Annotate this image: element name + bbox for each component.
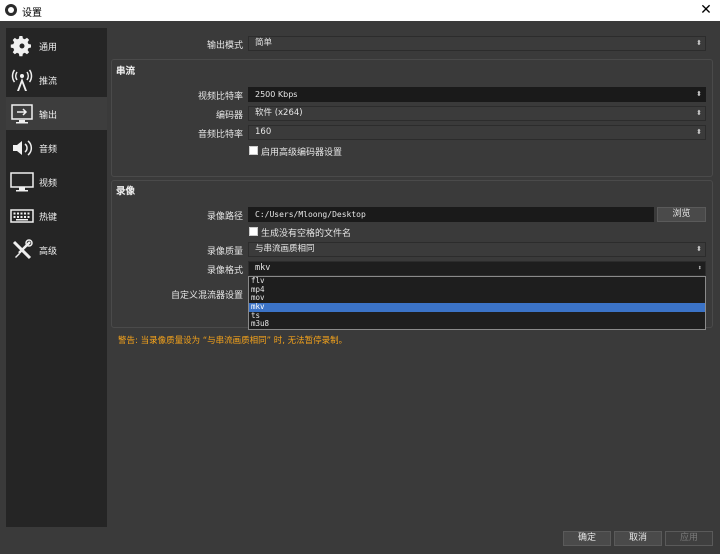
recording-path-input[interactable]: C:/Users/Mloong/Desktop [248, 207, 654, 222]
ok-button[interactable]: 确定 [563, 531, 611, 546]
no-space-filename-checkbox[interactable] [249, 227, 258, 236]
sidebar-item-label: 热键 [39, 213, 58, 223]
sidebar-item-video[interactable]: 视频 [6, 165, 107, 198]
recording-path-value: C:/Users/Mloong/Desktop [255, 210, 366, 219]
sidebar-item-stream[interactable]: 推流 [6, 63, 107, 96]
no-space-filename-label: 生成没有空格的文件名 [261, 229, 352, 239]
settings-sidebar: 通用 推流 输出 音频 视频 热键 高级 [6, 28, 107, 527]
antenna-icon [11, 69, 33, 91]
video-bitrate-input[interactable]: 2500 Kbps ⬍ [248, 87, 706, 102]
output-icon [11, 104, 33, 124]
apply-button[interactable]: 应用 [665, 531, 713, 546]
format-option[interactable]: ts [249, 311, 705, 321]
encoder-value: 软件 (x264) [255, 108, 303, 118]
advanced-encoder-label: 启用高级编码器设置 [261, 148, 343, 158]
sidebar-item-label: 音频 [39, 145, 58, 155]
video-bitrate-value: 2500 Kbps [255, 90, 298, 99]
chevron-updown-icon: ⬍ [696, 128, 702, 136]
sidebar-item-label: 视频 [39, 179, 58, 189]
browse-button[interactable]: 浏览 [657, 207, 706, 222]
format-option-selected[interactable]: mkv [249, 302, 705, 312]
chevron-updown-icon: ⬍ [696, 245, 702, 253]
streaming-group-title: 串流 [116, 66, 136, 77]
close-icon[interactable]: ✕ [698, 1, 714, 19]
recording-format-dropdown: flv mp4 mov mkv ts m3u8 [248, 276, 706, 331]
sidebar-item-hotkeys[interactable]: 热键 [6, 199, 107, 232]
format-option[interactable]: mp4 [249, 285, 705, 295]
audio-bitrate-value: 160 [255, 127, 272, 137]
recording-quality-label: 录像质量 [206, 247, 243, 257]
sidebar-item-label: 高级 [39, 247, 58, 257]
recording-path-label: 录像路径 [206, 212, 243, 222]
format-option[interactable]: flv [249, 276, 705, 286]
recording-quality-value: 与串流画质相同 [255, 244, 315, 254]
encoder-label: 编码器 [215, 111, 243, 121]
output-mode-value: 简单 [255, 38, 273, 48]
title-bar: 设置 ✕ [0, 0, 720, 21]
cancel-button[interactable]: 取消 [614, 531, 662, 546]
gear-icon [10, 36, 32, 57]
recording-group-title: 录像 [116, 186, 136, 197]
spinner-icon[interactable]: ⬍ [696, 88, 702, 101]
tools-icon [12, 239, 33, 260]
speaker-icon [13, 140, 33, 156]
output-mode-label: 输出模式 [206, 41, 243, 51]
sidebar-item-label: 推流 [39, 77, 58, 87]
window-title: 设置 [22, 8, 42, 19]
recording-format-value: mkv [255, 263, 271, 273]
chevron-updown-icon: ⬍ [696, 39, 702, 47]
recording-format-select[interactable]: mkv ⬍ [248, 261, 706, 276]
monitor-icon [10, 172, 34, 192]
sidebar-item-audio[interactable]: 音频 [6, 131, 107, 164]
format-option[interactable]: mov [249, 294, 705, 303]
encoder-select[interactable]: 软件 (x264) ⬍ [248, 106, 706, 121]
recording-quality-select[interactable]: 与串流画质相同 ⬍ [248, 242, 706, 257]
format-option[interactable]: m3u8 [249, 320, 705, 329]
obs-logo-icon [5, 4, 17, 16]
advanced-encoder-checkbox[interactable] [249, 146, 258, 155]
custom-muxer-label: 自定义混流器设置 [170, 291, 243, 301]
warning-text: 警告: 当录像质量设为 “与串流画质相同” 时, 无法暂停录制。 [118, 336, 348, 346]
sidebar-item-label: 输出 [39, 111, 58, 121]
chevron-updown-icon: ⬍ [697, 264, 702, 272]
sidebar-item-output[interactable]: 输出 [6, 97, 107, 130]
video-bitrate-label: 视频比特率 [197, 92, 243, 102]
recording-format-label: 录像格式 [206, 266, 243, 276]
output-mode-select[interactable]: 简单 ⬍ [248, 36, 706, 51]
audio-bitrate-label: 音频比特率 [197, 130, 243, 140]
audio-bitrate-select[interactable]: 160 ⬍ [248, 125, 706, 140]
sidebar-item-advanced[interactable]: 高级 [6, 233, 107, 266]
sidebar-item-general[interactable]: 通用 [6, 29, 107, 62]
keyboard-icon [10, 209, 34, 223]
chevron-updown-icon: ⬍ [696, 109, 702, 117]
sidebar-item-label: 通用 [39, 43, 58, 53]
